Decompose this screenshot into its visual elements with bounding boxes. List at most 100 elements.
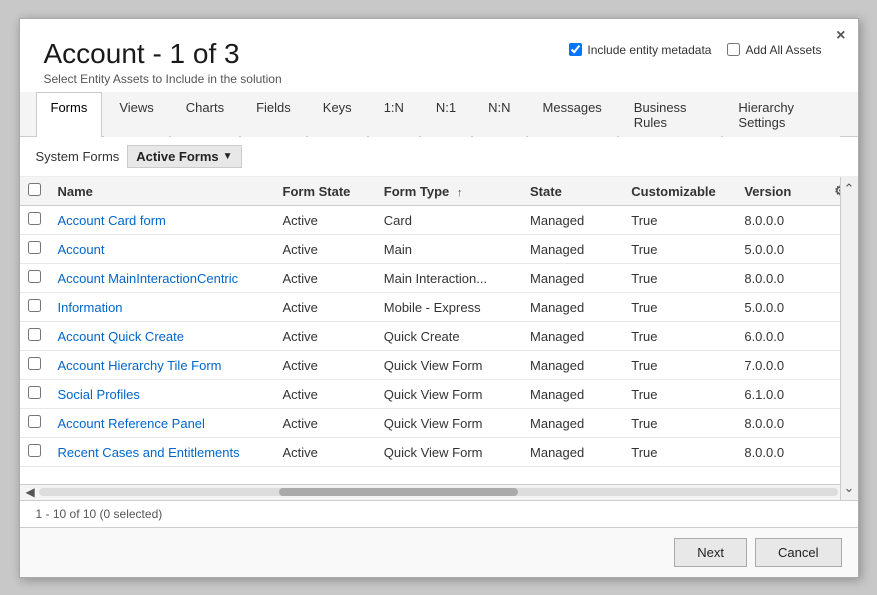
tab-hierarchy-settings[interactable]: Hierarchy Settings [723,92,839,137]
add-all-assets-checkbox[interactable] [727,43,740,56]
row-checkbox-5[interactable] [20,351,50,380]
row-name-3[interactable]: Information [50,293,275,322]
row-customizable-8: True [623,438,736,467]
include-metadata-checkbox[interactable] [569,43,582,56]
row-state-4: Managed [522,322,623,351]
pagination-label: 1 - 10 of 10 (0 selected) [36,507,163,521]
include-metadata-option[interactable]: Include entity metadata [569,43,711,57]
row-version-5: 7.0.0.0 [736,351,826,380]
form-link-2[interactable]: Account MainInteractionCentric [58,271,239,286]
row-checkbox-0[interactable] [20,206,50,235]
row-checkbox-3[interactable] [20,293,50,322]
tab-nn[interactable]: N:N [473,92,525,137]
row-checkbox-2[interactable] [20,264,50,293]
row-version-6: 6.1.0.0 [736,380,826,409]
row-select-1[interactable] [28,241,41,254]
row-name-5[interactable]: Account Hierarchy Tile Form [50,351,275,380]
row-formtype-5: Quick View Form [376,351,522,380]
scrollbar-track [39,488,839,496]
row-formstate-6: Active [275,380,376,409]
row-customizable-0: True [623,206,736,235]
row-name-8[interactable]: Recent Cases and Entitlements [50,438,275,467]
tab-views[interactable]: Views [104,92,168,137]
table-row: Social Profiles Active Quick View Form M… [20,380,858,409]
row-version-0: 8.0.0.0 [736,206,826,235]
close-button[interactable]: × [836,27,845,45]
row-checkbox-8[interactable] [20,438,50,467]
form-link-1[interactable]: Account [58,242,105,257]
row-state-5: Managed [522,351,623,380]
dropdown-arrow-icon: ▼ [223,151,233,162]
table-container[interactable]: Name Form State Form Type ↑ State Custom… [20,177,858,483]
table-row: Account Card form Active Card Managed Tr… [20,206,858,235]
cancel-button[interactable]: Cancel [755,538,841,567]
row-formtype-2: Main Interaction... [376,264,522,293]
row-state-2: Managed [522,264,623,293]
row-select-7[interactable] [28,415,41,428]
row-select-2[interactable] [28,270,41,283]
row-name-6[interactable]: Social Profiles [50,380,275,409]
row-checkbox-6[interactable] [20,380,50,409]
row-select-5[interactable] [28,357,41,370]
tab-fields[interactable]: Fields [241,92,306,137]
tab-n1[interactable]: N:1 [421,92,471,137]
table-row: Account Quick Create Active Quick Create… [20,322,858,351]
add-all-assets-option[interactable]: Add All Assets [727,43,821,57]
row-checkbox-1[interactable] [20,235,50,264]
form-link-0[interactable]: Account Card form [58,213,166,228]
row-name-1[interactable]: Account [50,235,275,264]
table-row: Information Active Mobile - Express Mana… [20,293,858,322]
row-select-6[interactable] [28,386,41,399]
tab-forms[interactable]: Forms [36,92,103,137]
tab-charts[interactable]: Charts [171,92,239,137]
row-customizable-3: True [623,293,736,322]
row-version-3: 5.0.0.0 [736,293,826,322]
horizontal-scrollbar[interactable]: ◀ ▶ [20,484,858,500]
include-metadata-label: Include entity metadata [587,43,711,57]
next-button[interactable]: Next [674,538,747,567]
row-select-3[interactable] [28,299,41,312]
scroll-left-arrow[interactable]: ◀ [22,485,39,499]
form-link-4[interactable]: Account Quick Create [58,329,184,344]
select-all-checkbox[interactable] [28,183,41,196]
table-row: Recent Cases and Entitlements Active Qui… [20,438,858,467]
row-checkbox-7[interactable] [20,409,50,438]
col-state-header: State [522,177,623,206]
content-area: System Forms Active Forms ▼ Name Form St… [20,137,858,526]
scroll-up-arrow[interactable]: ⌃ [841,177,858,201]
row-state-8: Managed [522,438,623,467]
tab-business-rules[interactable]: Business Rules [619,92,722,137]
tab-messages[interactable]: Messages [528,92,617,137]
row-checkbox-4[interactable] [20,322,50,351]
row-customizable-5: True [623,351,736,380]
tabs-bar: Forms Views Charts Fields Keys 1:N N:1 N… [20,92,858,137]
row-version-7: 8.0.0.0 [736,409,826,438]
dialog-options: Include entity metadata Add All Assets [569,43,821,57]
form-link-3[interactable]: Information [58,300,123,315]
row-name-4[interactable]: Account Quick Create [50,322,275,351]
add-all-assets-label: Add All Assets [745,43,821,57]
row-customizable-2: True [623,264,736,293]
row-name-0[interactable]: Account Card form [50,206,275,235]
row-customizable-7: True [623,409,736,438]
scroll-down-arrow[interactable]: ⌄ [841,476,858,500]
row-select-4[interactable] [28,328,41,341]
form-link-8[interactable]: Recent Cases and Entitlements [58,445,240,460]
row-customizable-4: True [623,322,736,351]
row-formstate-2: Active [275,264,376,293]
form-link-6[interactable]: Social Profiles [58,387,140,402]
row-select-8[interactable] [28,444,41,457]
form-link-5[interactable]: Account Hierarchy Tile Form [58,358,222,373]
row-select-0[interactable] [28,212,41,225]
form-link-7[interactable]: Account Reference Panel [58,416,205,431]
row-state-0: Managed [522,206,623,235]
row-formstate-1: Active [275,235,376,264]
tab-keys[interactable]: Keys [308,92,367,137]
row-name-7[interactable]: Account Reference Panel [50,409,275,438]
tab-1n[interactable]: 1:N [369,92,419,137]
col-formtype-header[interactable]: Form Type ↑ [376,177,522,206]
active-forms-dropdown[interactable]: Active Forms ▼ [127,145,241,168]
row-name-2[interactable]: Account MainInteractionCentric [50,264,275,293]
dialog-footer: Next Cancel [20,527,858,577]
col-checkbox[interactable] [20,177,50,206]
